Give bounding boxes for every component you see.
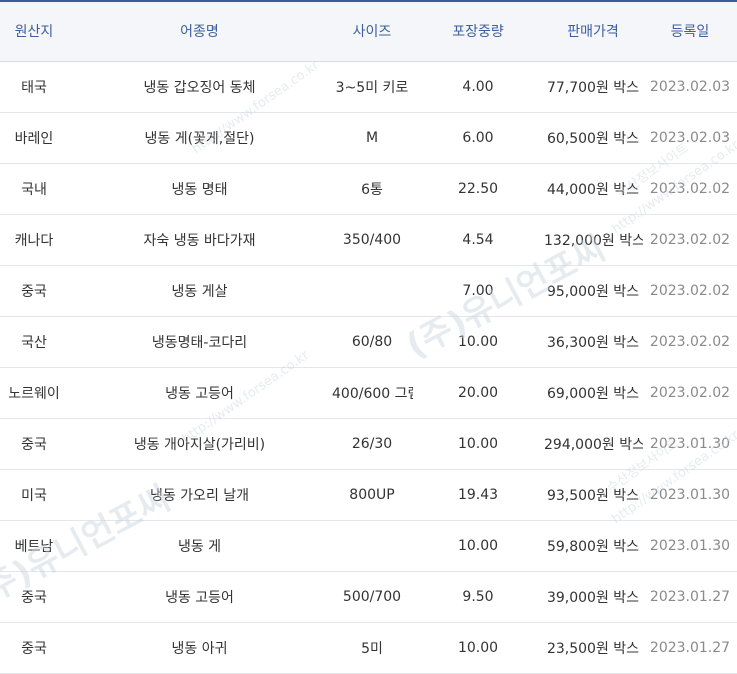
cell-origin: 노르웨이 [8, 385, 60, 402]
cell-price: 132,000원 박스 [544, 232, 643, 249]
col-header-origin: 원산지 [0, 1, 68, 62]
cell-price: 77,700원 박스 [546, 79, 640, 96]
cell-weight: 10.00 [457, 537, 499, 554]
cell-weight: 9.50 [462, 588, 494, 605]
cell-origin: 국내 [21, 181, 47, 198]
cell-weight: 10.00 [457, 639, 499, 656]
cell-size [331, 265, 413, 316]
cell-size: 350/400 [342, 231, 402, 248]
cell-origin: 중국 [21, 283, 47, 300]
col-header-size: 사이즈 [331, 1, 413, 62]
cell-price: 39,000원 박스 [546, 589, 640, 606]
cell-size: 5미 [361, 640, 383, 657]
cell-fish-name: 냉동 게 [177, 538, 222, 555]
cell-size: 500/700 [342, 588, 402, 605]
cell-origin: 미국 [21, 487, 47, 504]
table-row[interactable]: 미국 냉동 가오리 날개 800UP 19.43 93,500원 박스 2023.01.3… [0, 469, 737, 520]
cell-origin: 캐나다 [14, 232, 54, 249]
cell-origin: 중국 [21, 436, 47, 453]
table-row[interactable]: 중국 냉동 고등어 500/700 9.50 39,000원 박스 2023.01.27 [0, 571, 737, 622]
cell-origin: 바레인 [14, 130, 54, 147]
col-header-fish-name: 어종명 [68, 1, 331, 62]
cell-date: 2023.02.02 [649, 231, 731, 248]
cell-date: 2023.02.02 [649, 282, 731, 299]
cell-date: 2023.01.27 [649, 639, 731, 656]
cell-fish-name: 자숙 냉동 바다가재 [143, 232, 256, 249]
cell-fish-name: 냉동 고등어 [165, 589, 234, 606]
cell-fish-name: 냉동 명태 [171, 181, 228, 198]
table-row[interactable]: 중국 냉동 아귀 5미 10.00 23,500원 박스 2023.01.27 [0, 622, 737, 673]
table-row[interactable]: 베트남 냉동 게 10.00 59,800원 박스 2023.01.30 [0, 520, 737, 571]
table-header-row: 원산지 어종명 사이즈 포장중량 판매가격 등록일 [0, 1, 737, 62]
cell-weight: 7.00 [462, 282, 494, 299]
cell-weight: 10.00 [457, 333, 499, 350]
table-body: 태국 냉동 갑오징어 동체 3~5미 키로 4.00 77,700원 박스 2023.02… [0, 61, 737, 673]
cell-size: 400/600 그램 [332, 385, 413, 402]
cell-date: 2023.02.02 [649, 333, 731, 350]
cell-origin: 중국 [21, 640, 47, 657]
cell-weight: 19.43 [457, 486, 499, 503]
cell-size: 800UP [349, 486, 395, 503]
table-row[interactable]: 중국 냉동 게살 7.00 95,000원 박스 2023.02.02 [0, 265, 737, 316]
cell-weight: 22.50 [457, 180, 499, 197]
cell-fish-name: 냉동 게살 [171, 283, 228, 300]
table-row[interactable]: 바레인 냉동 게(꽃게,절단) M 6.00 60,500원 박스 2023.02.03 [0, 112, 737, 163]
cell-origin: 국산 [21, 334, 47, 351]
price-table: 원산지 어종명 사이즈 포장중량 판매가격 등록일 태국 냉동 갑오징어 동체 3~… [0, 0, 737, 674]
cell-date: 2023.02.02 [649, 384, 731, 401]
table-row[interactable]: 국내 냉동 명태 6통 22.50 44,000원 박스 2023.02.02 [0, 163, 737, 214]
cell-date: 2023.01.30 [649, 537, 731, 554]
table-row[interactable]: 중국 냉동 개아지살(가리비) 26/30 10.00 294,000원 박스 2023.… [0, 418, 737, 469]
table-row[interactable]: 태국 냉동 갑오징어 동체 3~5미 키로 4.00 77,700원 박스 2023.02… [0, 61, 737, 112]
cell-weight: 20.00 [457, 384, 499, 401]
cell-price: 93,500원 박스 [546, 487, 640, 504]
col-header-date: 등록일 [643, 1, 737, 62]
cell-size: 3~5미 키로 [335, 79, 409, 96]
cell-fish-name: 냉동 아귀 [171, 640, 228, 657]
cell-fish-name: 냉동 개아지살(가리비) [133, 436, 266, 453]
cell-price: 36,300원 박스 [546, 334, 640, 351]
cell-date: 2023.02.02 [649, 180, 731, 197]
cell-date: 2023.02.03 [649, 129, 731, 146]
table-row[interactable]: 캐나다 자숙 냉동 바다가재 350/400 4.54 132,000원 박스 2023.… [0, 214, 737, 265]
col-header-price: 판매가격 [543, 1, 643, 62]
table-row[interactable]: 노르웨이 냉동 고등어 400/600 그램 20.00 69,000원 박스 2023.… [0, 367, 737, 418]
cell-price: 23,500원 박스 [546, 640, 640, 657]
cell-fish-name: 냉동 고등어 [165, 385, 234, 402]
cell-origin: 중국 [21, 589, 47, 606]
table-row[interactable]: 국산 냉동명태-코다리 60/80 10.00 36,300원 박스 2023.02.02 [0, 316, 737, 367]
cell-price: 69,000원 박스 [546, 385, 640, 402]
cell-date: 2023.01.30 [649, 486, 731, 503]
cell-size: M [365, 129, 379, 146]
cell-fish-name: 냉동 게(꽃게,절단) [144, 130, 255, 147]
cell-fish-name: 냉동 갑오징어 동체 [143, 79, 256, 96]
cell-size: 26/30 [351, 435, 393, 452]
cell-price: 59,800원 박스 [546, 538, 640, 555]
cell-size: 6통 [361, 181, 383, 198]
cell-date: 2023.02.03 [649, 78, 731, 95]
cell-date: 2023.01.30 [649, 435, 731, 452]
cell-weight: 4.00 [462, 78, 494, 95]
cell-price: 60,500원 박스 [546, 130, 640, 147]
cell-weight: 10.00 [457, 435, 499, 452]
cell-size [331, 520, 413, 571]
cell-price: 95,000원 박스 [546, 283, 640, 300]
cell-weight: 4.54 [462, 231, 494, 248]
cell-fish-name: 냉동명태-코다리 [151, 334, 248, 351]
cell-origin: 태국 [21, 79, 47, 96]
cell-price: 44,000원 박스 [546, 181, 640, 198]
col-header-weight: 포장중량 [413, 1, 543, 62]
cell-price: 294,000원 박스 [544, 436, 643, 453]
cell-fish-name: 냉동 가오리 날개 [149, 487, 250, 504]
cell-size: 60/80 [351, 333, 393, 350]
cell-origin: 베트남 [14, 538, 54, 555]
cell-weight: 6.00 [462, 129, 494, 146]
cell-date: 2023.01.27 [649, 588, 731, 605]
